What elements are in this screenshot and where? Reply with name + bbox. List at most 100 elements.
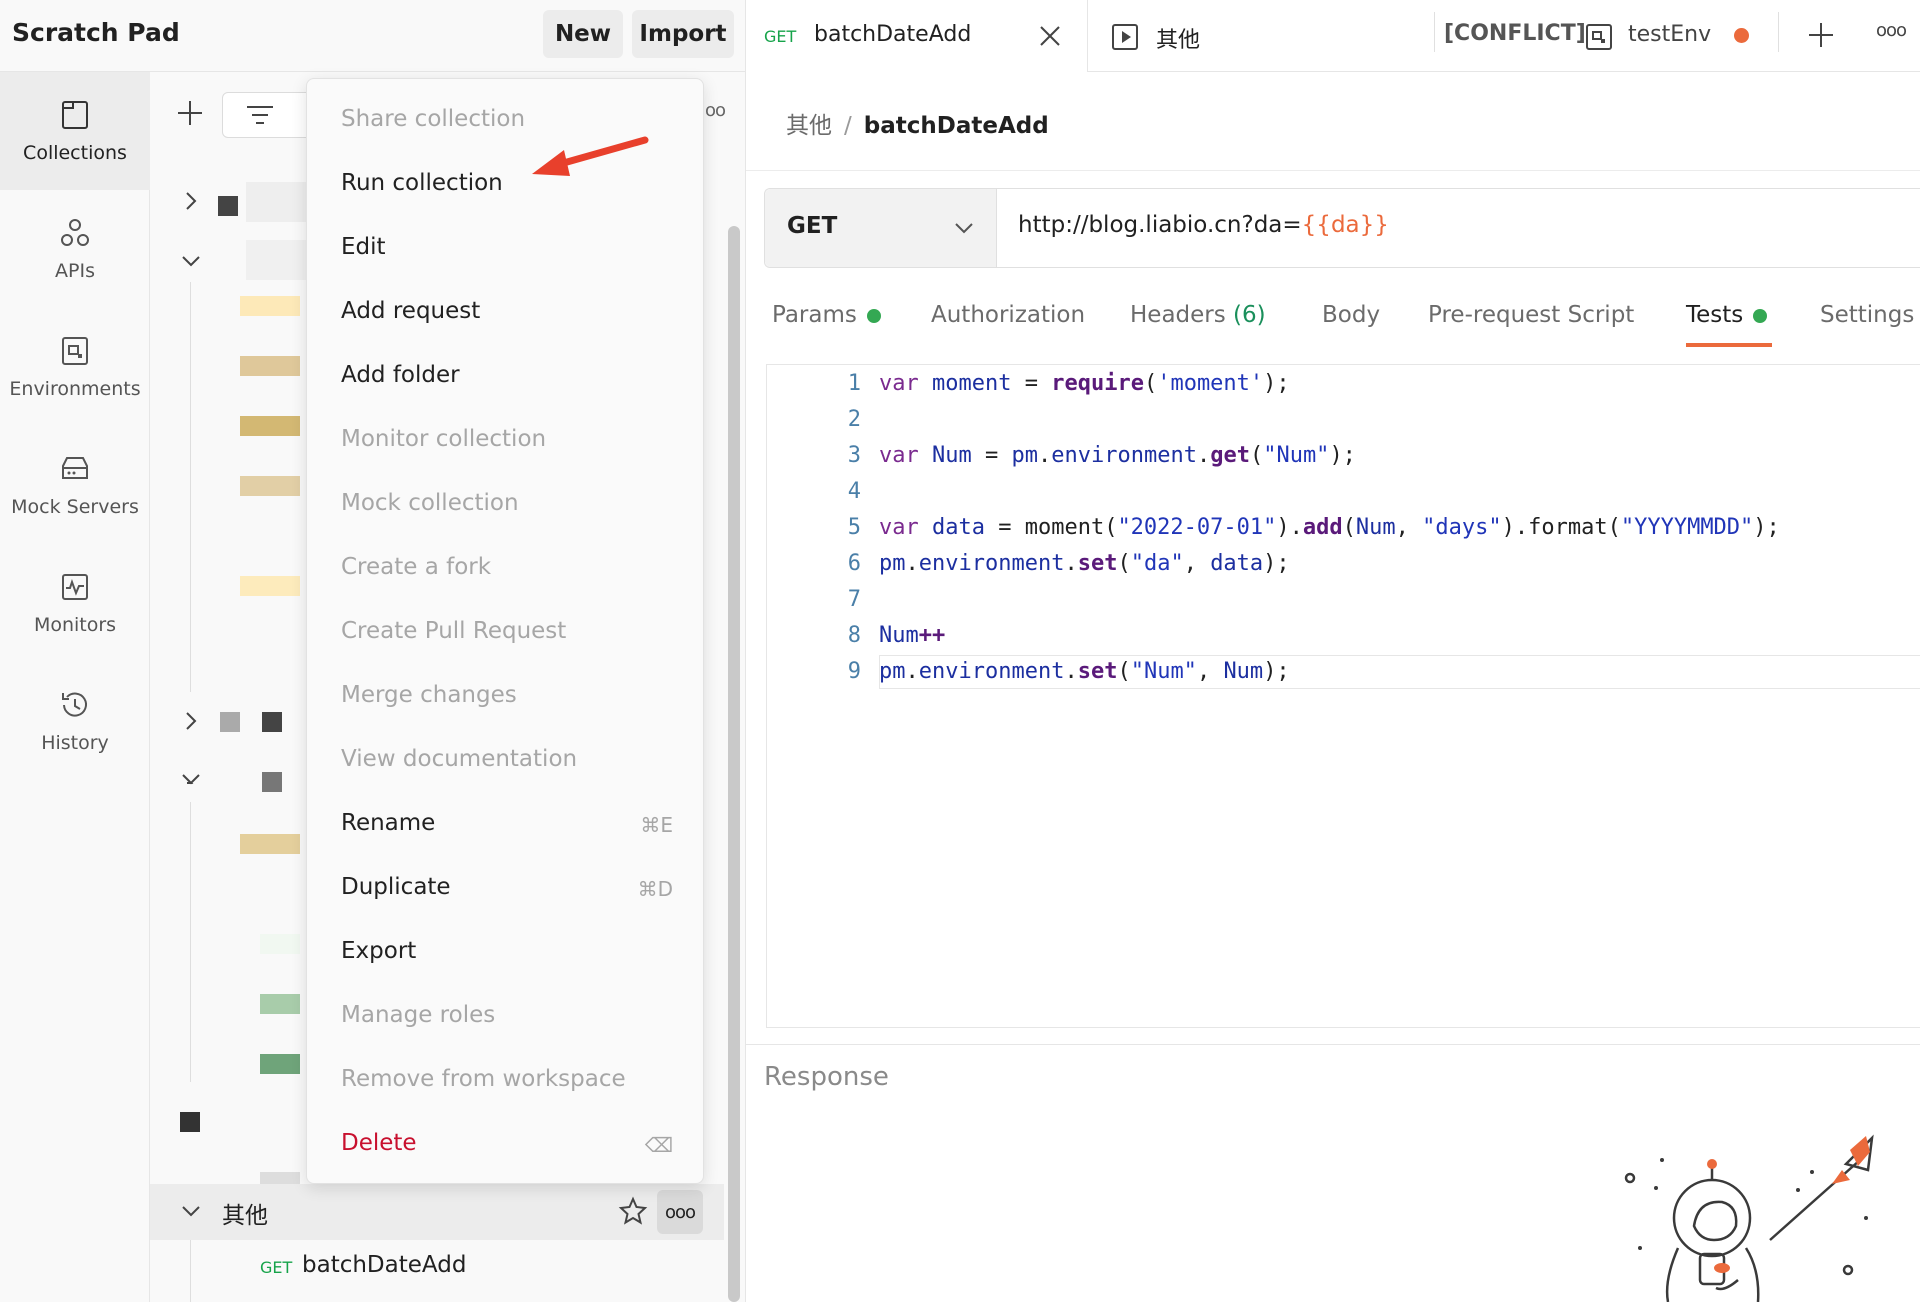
- line-number: 1: [847, 371, 861, 396]
- sidebar-item-label: Monitors: [33, 614, 117, 636]
- row-more-button[interactable]: ooo: [657, 1190, 703, 1234]
- sidebar-item-label: APIs: [55, 260, 95, 282]
- breadcrumb-current[interactable]: batchDateAdd: [864, 113, 1049, 139]
- breadcrumb-parent[interactable]: 其他: [786, 113, 832, 139]
- status-dot: [1753, 308, 1768, 323]
- code-line-5: var data = moment("2022-07-01").add(Num,…: [879, 515, 1780, 540]
- history-icon: [62, 692, 87, 717]
- blurred-item: [240, 416, 300, 436]
- chevron-down-icon[interactable]: [180, 250, 202, 272]
- breadcrumb: 其他 / batchDateAdd: [786, 106, 1049, 140]
- tab-more-icon[interactable]: ooo: [1876, 20, 1907, 41]
- url-variable: {{da}}: [1301, 212, 1389, 238]
- tree-more-icon[interactable]: oo: [705, 100, 726, 121]
- folder-label[interactable]: 其他: [222, 1196, 268, 1230]
- tab-settings[interactable]: Settings: [1820, 302, 1914, 328]
- sidebar-item-mock-servers[interactable]: Mock Servers: [0, 426, 150, 544]
- sidebar-item-monitors[interactable]: Monitors: [0, 544, 150, 662]
- tree-guide: [190, 802, 191, 1082]
- mock-servers-icon: [62, 457, 88, 479]
- divider: [746, 170, 1920, 171]
- tab-body[interactable]: Body: [1322, 302, 1380, 328]
- sidebar-item-environments[interactable]: Environments: [0, 308, 150, 426]
- sidebar-item-label: Collections: [23, 142, 127, 164]
- menu-item-export[interactable]: Export: [341, 938, 416, 964]
- url-input[interactable]: http://blog.liabio.cn?da={{da}}: [1018, 212, 1389, 238]
- line-number: 6: [847, 551, 861, 576]
- import-button[interactable]: Import: [632, 10, 734, 58]
- menu-item-duplicate[interactable]: Duplicate: [341, 874, 451, 900]
- unsaved-indicator: [1734, 28, 1749, 43]
- conflict-label: [CONFLICT]: [1444, 21, 1586, 46]
- menu-item-add-request[interactable]: Add request: [341, 298, 480, 324]
- menu-item-monitor-collection[interactable]: Monitor collection: [341, 426, 546, 452]
- menu-item-remove-from-workspace[interactable]: Remove from workspace: [341, 1066, 626, 1092]
- delete-shortcut-icon: ⌫: [644, 1133, 673, 1157]
- menu-item-share-collection[interactable]: Share collection: [341, 106, 525, 132]
- new-tab-icon[interactable]: [1806, 20, 1836, 50]
- blurred-item: [246, 182, 306, 222]
- menu-item-create-pull-request[interactable]: Create Pull Request: [341, 618, 566, 644]
- tab-other[interactable]: 其他: [1156, 22, 1200, 54]
- blurred-item: [262, 772, 282, 792]
- menu-item-view-documentation[interactable]: View documentation: [341, 746, 577, 772]
- menu-item-delete[interactable]: Delete: [341, 1130, 417, 1156]
- response-title: Response: [764, 1062, 889, 1092]
- menu-item-rename[interactable]: Rename: [341, 810, 435, 836]
- blurred-item: [180, 1112, 200, 1132]
- tab-pre-request-script[interactable]: Pre-request Script: [1428, 302, 1634, 328]
- breadcrumb-separator: /: [844, 113, 852, 139]
- new-button[interactable]: New: [543, 10, 623, 58]
- sidebar-item-apis[interactable]: APIs: [0, 190, 150, 308]
- add-collection-icon[interactable]: [174, 97, 206, 129]
- environment-icon: [1586, 24, 1612, 50]
- environment-selector[interactable]: testEnv: [1628, 22, 1711, 47]
- chevron-right-icon[interactable]: [180, 710, 202, 732]
- tab-authorization[interactable]: Authorization: [931, 302, 1085, 328]
- tab-params[interactable]: Params: [772, 302, 881, 328]
- code-line-6: pm.environment.set("da", data);: [879, 551, 1290, 576]
- menu-item-add-folder[interactable]: Add folder: [341, 362, 460, 388]
- sidebar-item-label: Environments: [9, 378, 141, 400]
- sidebar-item-collections[interactable]: Collections: [0, 72, 150, 190]
- menu-item-create-fork[interactable]: Create a fork: [341, 554, 491, 580]
- chevron-down-icon[interactable]: [180, 1200, 202, 1222]
- collection-context-menu: Share collection Run collection Edit Add…: [306, 78, 704, 1184]
- chevron-right-icon[interactable]: [180, 190, 202, 212]
- tab-divider: [1778, 12, 1779, 52]
- close-icon[interactable]: [1036, 22, 1064, 50]
- blurred-item: [246, 240, 306, 280]
- line-number: 3: [847, 443, 861, 468]
- astronaut-rocket-illustration: [1624, 1134, 1874, 1302]
- tab-headers[interactable]: Headers (6): [1130, 302, 1266, 328]
- tab-label: Headers: [1130, 302, 1226, 328]
- tab-method-badge: GET: [764, 27, 797, 46]
- menu-item-mock-collection[interactable]: Mock collection: [341, 490, 519, 516]
- line-number: 2: [847, 407, 861, 432]
- blurred-item: [240, 834, 300, 854]
- method-value: GET: [787, 213, 838, 239]
- blurred-item: [240, 296, 300, 316]
- tab-tests[interactable]: Tests: [1686, 302, 1768, 328]
- request-item-label[interactable]: batchDateAdd: [302, 1252, 466, 1278]
- menu-item-manage-roles[interactable]: Manage roles: [341, 1002, 495, 1028]
- tab-batchdateadd[interactable]: GET batchDateAdd: [746, 0, 1088, 72]
- rename-shortcut: ⌘E: [640, 813, 673, 837]
- line-number: 4: [847, 479, 861, 504]
- tests-code-editor[interactable]: 1 2 3 4 5 6 7 8 9 var moment = require('…: [766, 364, 1920, 1028]
- sidebar-item-history[interactable]: History: [0, 662, 150, 780]
- tab-label: batchDateAdd: [814, 22, 972, 47]
- menu-item-merge-changes[interactable]: Merge changes: [341, 682, 517, 708]
- icon-sidebar: Collections APIs Environments Mock Serve…: [0, 72, 150, 1302]
- menu-item-edit[interactable]: Edit: [341, 234, 386, 260]
- filter-icon: [247, 106, 273, 124]
- code-line-8: Num++: [879, 623, 946, 648]
- chevron-down-icon[interactable]: [180, 768, 202, 790]
- menu-item-run-collection[interactable]: Run collection: [341, 170, 503, 196]
- blurred-item: [240, 476, 300, 496]
- method-select[interactable]: GET: [765, 189, 997, 267]
- star-icon[interactable]: [618, 1196, 648, 1226]
- collections-icon: [62, 101, 88, 129]
- blurred-item: [260, 934, 300, 954]
- tree-scrollbar[interactable]: [728, 226, 740, 1302]
